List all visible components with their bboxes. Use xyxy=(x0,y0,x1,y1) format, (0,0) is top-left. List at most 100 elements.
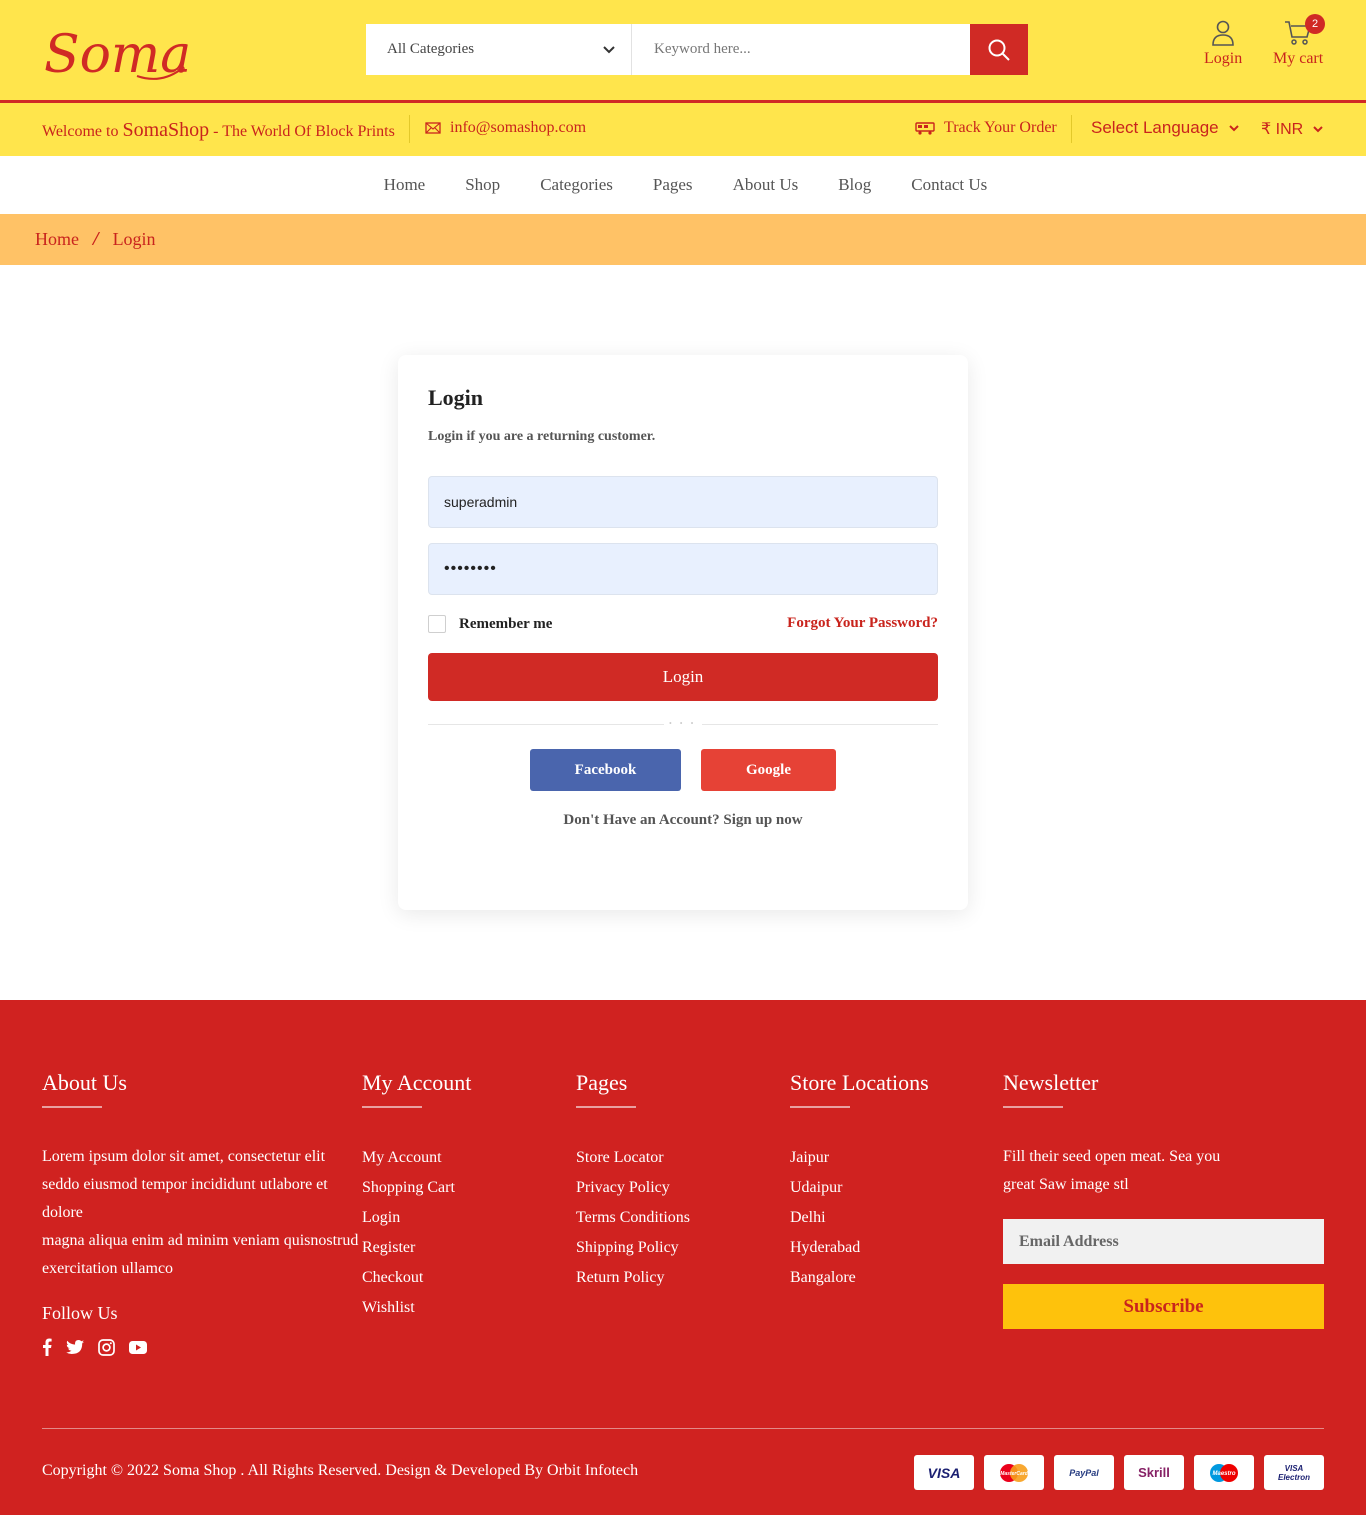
cart-count-badge: 2 xyxy=(1305,14,1325,34)
instagram-icon[interactable] xyxy=(98,1338,115,1356)
footer: About Us Lorem ipsum dolor sit amet, con… xyxy=(0,1000,1366,1515)
footer-link-store-locator[interactable]: Store Locator xyxy=(576,1143,690,1173)
breadcrumb: Home / Login xyxy=(0,214,1366,265)
language-select-value: Select Language xyxy=(1091,118,1219,137)
email-text: info@somashop.com xyxy=(450,119,587,136)
remember-checkbox[interactable] xyxy=(428,615,446,633)
maestro-logo: Maestro xyxy=(1210,1463,1238,1482)
password-field[interactable] xyxy=(428,543,938,595)
truck-icon xyxy=(915,122,935,135)
maestro-payment-icon: Maestro xyxy=(1194,1455,1254,1490)
cart-label: My cart xyxy=(1273,50,1324,67)
search-input[interactable] xyxy=(632,24,970,75)
info-bar: Welcome to SomaShop - The World Of Block… xyxy=(0,103,1366,156)
welcome-brand: SomaShop xyxy=(122,119,210,141)
footer-link-login[interactable]: Login xyxy=(362,1203,471,1233)
signup-link[interactable]: Don't Have an Account? Sign up now xyxy=(398,812,968,829)
remember-me[interactable]: Remember me xyxy=(428,615,552,633)
welcome-suffix: - The World Of Block Prints xyxy=(213,123,395,140)
track-order-label: Track Your Order xyxy=(944,119,1057,136)
footer-store-bangalore[interactable]: Bangalore xyxy=(790,1263,929,1293)
language-select[interactable]: Select Language xyxy=(1091,118,1239,138)
login-button[interactable]: Login xyxy=(428,653,938,701)
nav-about-us[interactable]: About Us xyxy=(733,175,799,195)
follow-us-title: Follow Us xyxy=(42,1303,118,1323)
user-icon xyxy=(1212,20,1234,46)
divider-dots: • • • xyxy=(669,719,697,728)
footer-divider xyxy=(42,1428,1324,1429)
subscribe-button[interactable]: Subscribe xyxy=(1003,1284,1324,1329)
currency-select[interactable]: ₹ INR xyxy=(1261,119,1323,139)
soma-logo[interactable]: Soma xyxy=(42,14,192,86)
footer-link-terms-conditions[interactable]: Terms Conditions xyxy=(576,1203,690,1233)
login-link[interactable]: Login xyxy=(1204,20,1242,68)
visa-label: VISA xyxy=(927,1464,961,1481)
main-nav: Home Shop Categories Pages About Us Blog… xyxy=(0,156,1366,214)
footer-newsletter-title: Newsletter xyxy=(1003,1070,1099,1095)
nav-shop[interactable]: Shop xyxy=(465,175,500,195)
breadcrumb-home[interactable]: Home xyxy=(35,229,79,250)
skrill-label: Skrill xyxy=(1138,1465,1170,1480)
divider xyxy=(1071,115,1072,143)
category-select[interactable]: All Categories xyxy=(366,24,632,75)
remember-label: Remember me xyxy=(459,615,553,632)
chevron-down-icon xyxy=(1228,124,1239,131)
nav-categories[interactable]: Categories xyxy=(540,175,613,195)
footer-link-privacy-policy[interactable]: Privacy Policy xyxy=(576,1173,690,1203)
nav-home[interactable]: Home xyxy=(384,175,426,195)
facebook-icon[interactable] xyxy=(42,1338,52,1356)
search-button[interactable] xyxy=(970,24,1028,75)
track-order-link[interactable]: Track Your Order xyxy=(915,119,1057,137)
forgot-password-link[interactable]: Forgot Your Password? xyxy=(787,615,938,632)
footer-link-register[interactable]: Register xyxy=(362,1233,471,1263)
facebook-login-button[interactable]: Facebook xyxy=(530,749,681,791)
footer-pages: Pages Store Locator Privacy Policy Terms… xyxy=(576,1070,690,1293)
about-text-2: magna aliqua enim ad minim veniam quisno… xyxy=(42,1232,359,1277)
google-login-button[interactable]: Google xyxy=(701,749,836,791)
footer-store-udaipur[interactable]: Udaipur xyxy=(790,1173,929,1203)
footer-store-locations: Store Locations Jaipur Udaipur Delhi Hyd… xyxy=(790,1070,929,1293)
category-select-value: All Categories xyxy=(387,41,475,57)
footer-link-checkout[interactable]: Checkout xyxy=(362,1263,471,1293)
social-links xyxy=(42,1338,362,1356)
footer-store-delhi[interactable]: Delhi xyxy=(790,1203,929,1233)
twitter-icon[interactable] xyxy=(66,1339,84,1355)
footer-stores-title: Store Locations xyxy=(790,1070,929,1095)
nav-contact-us[interactable]: Contact Us xyxy=(911,175,987,195)
divider xyxy=(428,724,664,725)
copyright-text: Copyright © 2022 Soma Shop . All Rights … xyxy=(42,1462,639,1479)
search-bar: All Categories xyxy=(366,24,1028,75)
email-link[interactable]: info@somashop.com xyxy=(425,119,586,137)
footer-pages-title: Pages xyxy=(576,1070,628,1095)
footer-link-wishlist[interactable]: Wishlist xyxy=(362,1293,471,1323)
footer-link-shopping-cart[interactable]: Shopping Cart xyxy=(362,1173,471,1203)
title-underline xyxy=(42,1106,102,1108)
username-field[interactable] xyxy=(428,476,938,528)
paypal-label: PayPal xyxy=(1069,1467,1099,1478)
footer-link-shipping-policy[interactable]: Shipping Policy xyxy=(576,1233,690,1263)
breadcrumb-separator: / xyxy=(93,228,99,250)
welcome-message: Welcome to SomaShop - The World Of Block… xyxy=(42,119,395,142)
newsletter-email-field[interactable] xyxy=(1003,1219,1324,1264)
login-subtitle: Login if you are a returning customer. xyxy=(428,429,656,444)
breadcrumb-current: Login xyxy=(112,229,156,249)
footer-link-my-account[interactable]: My Account xyxy=(362,1143,471,1173)
skrill-payment-icon: Skrill xyxy=(1124,1455,1184,1490)
footer-store-hyderabad[interactable]: Hyderabad xyxy=(790,1233,929,1263)
top-header: Soma All Categories Login My cart 2 xyxy=(0,0,1366,100)
divider xyxy=(409,115,410,143)
footer-link-return-policy[interactable]: Return Policy xyxy=(576,1263,690,1293)
mastercard-payment-icon: MasterCard xyxy=(984,1455,1044,1490)
footer-about-title: About Us xyxy=(42,1070,127,1095)
footer-my-account: My Account My Account Shopping Cart Logi… xyxy=(362,1070,471,1323)
title-underline xyxy=(576,1106,636,1108)
nav-blog[interactable]: Blog xyxy=(838,175,871,195)
chevron-down-icon xyxy=(1313,125,1323,132)
title-underline xyxy=(362,1106,422,1108)
nav-pages[interactable]: Pages xyxy=(653,175,693,195)
mastercard-label: MasterCard xyxy=(1000,1471,1028,1477)
login-label: Login xyxy=(1204,50,1243,67)
about-text-1: Lorem ipsum dolor sit amet, consectetur … xyxy=(42,1148,328,1221)
youtube-icon[interactable] xyxy=(129,1340,147,1354)
footer-store-jaipur[interactable]: Jaipur xyxy=(790,1143,929,1173)
